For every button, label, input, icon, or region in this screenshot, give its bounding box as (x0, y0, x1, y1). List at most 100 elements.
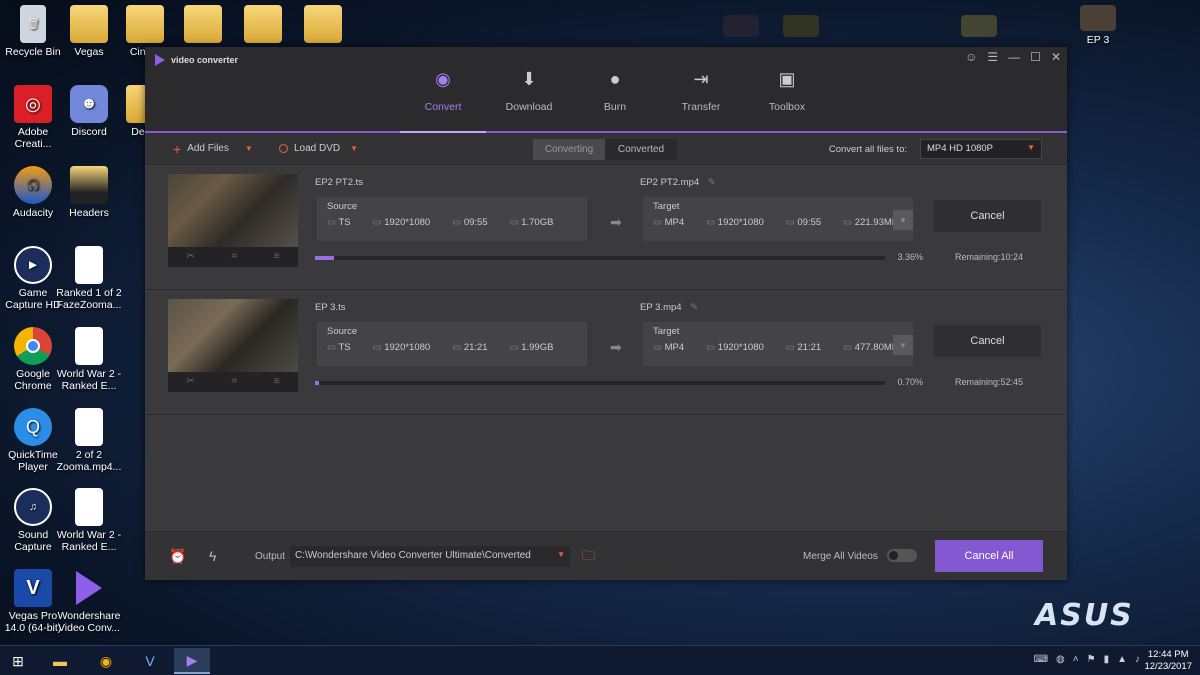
taskbar-chrome[interactable]: ◉ (88, 648, 124, 674)
taskbar-clock[interactable]: 12:44 PM 12/23/2017 (1144, 649, 1192, 673)
folder-icon (304, 5, 342, 43)
source-duration: 21:21 (452, 342, 488, 353)
video-thumbnail[interactable]: ✂ ⌗ ≡ (168, 299, 298, 392)
taskbar: ⊞ ▬ ◉ V ▶ ⌨ ◍ ˄ ⚑ ▮ ▲ ♪ 12:44 PM 12/23/2… (0, 645, 1200, 675)
tab-burn[interactable]: ● Burn (572, 69, 658, 113)
desktop-icon-video[interactable] (708, 15, 774, 40)
window-controls: ☺ ☰ — ☐ ✕ (965, 50, 1061, 64)
desktop-icon-zooma-file[interactable]: 2 of 2 Zooma.mp4... (56, 408, 122, 473)
feedback-icon[interactable]: ☺ (965, 50, 977, 64)
network-icon[interactable]: ▲ (1117, 654, 1127, 665)
desktop-icon-folder[interactable] (170, 5, 236, 46)
add-files-button[interactable]: + Add Files ▼ (173, 142, 253, 156)
title-bar: video converter ☺ ☰ — ☐ ✕ ◉ Convert ⬇ Do… (145, 47, 1067, 133)
video-thumbnail-icon (783, 15, 819, 37)
menu-icon[interactable]: ☰ (987, 50, 998, 64)
progress-bar (315, 381, 885, 385)
desktop-icon-video[interactable] (946, 15, 1012, 40)
target-settings-button[interactable]: ▼ (893, 210, 913, 230)
tab-convert[interactable]: ◉ Convert (400, 69, 486, 113)
chevron-down-icon: ▼ (1027, 143, 1035, 152)
desktop-icon-folder[interactable] (230, 5, 296, 46)
flag-icon[interactable]: ⚑ (1087, 654, 1096, 665)
desktop-icon-ww2-file-2[interactable]: World War 2 - Ranked E... (56, 488, 122, 553)
adobe-cc-icon: ◎ (14, 85, 52, 123)
battery-icon[interactable]: ▮ (1104, 654, 1110, 665)
app-logo-icon (155, 54, 165, 66)
cancel-button[interactable]: Cancel (934, 325, 1041, 357)
taskbar-vegas[interactable]: V (132, 648, 168, 674)
edit-icon[interactable]: ✎ (690, 302, 698, 313)
desktop-icon-ranked-file[interactable]: Ranked 1 of 2 FazeZooma... (56, 246, 122, 311)
effects-icon[interactable]: ≡ (274, 376, 280, 387)
chrome-icon (14, 327, 52, 365)
convert-toolbar: + Add Files ▼ Load DVD ▼ Converting Conv… (145, 133, 1067, 165)
target-format: MP4 (653, 342, 685, 353)
lightning-icon[interactable]: ϟ (209, 548, 216, 564)
tab-download[interactable]: ⬇ Download (486, 69, 572, 113)
chevron-down-icon: ▼ (557, 550, 565, 559)
tab-toolbox[interactable]: ▣ Toolbox (744, 69, 830, 113)
alarm-clock-icon[interactable]: ⏰ (169, 548, 186, 565)
volume-icon[interactable]: ♪ (1135, 654, 1140, 665)
desktop-icon-ww2-file[interactable]: World War 2 - Ranked E... (56, 327, 122, 392)
tab-converted[interactable]: Converted (605, 139, 677, 160)
output-format-select[interactable]: MP4 HD 1080P ▼ (920, 139, 1042, 159)
cancel-all-button[interactable]: Cancel All (935, 540, 1043, 572)
file-icon (75, 408, 103, 446)
merge-toggle[interactable] (887, 549, 917, 562)
source-size: 1.99GB (510, 342, 553, 353)
tray-app-icon[interactable]: ◍ (1056, 654, 1065, 665)
desktop-icon-video[interactable] (768, 15, 834, 40)
target-resolution: 1920*1080 (706, 217, 764, 228)
keyboard-icon[interactable]: ⌨ (1034, 654, 1048, 665)
target-size: 477.80MB (843, 342, 898, 353)
taskbar-file-explorer[interactable]: ▬ (42, 648, 78, 674)
close-button[interactable]: ✕ (1051, 50, 1061, 64)
folder-icon (70, 166, 108, 204)
trim-icon[interactable]: ✂ (186, 251, 194, 262)
desktop-icon-headers[interactable]: Headers (56, 166, 122, 219)
start-button[interactable]: ⊞ (0, 648, 36, 674)
chevron-down-icon[interactable]: ▼ (245, 144, 253, 153)
crop-icon[interactable]: ⌗ (231, 376, 237, 387)
tab-transfer[interactable]: ⇥ Transfer (658, 69, 744, 113)
play-icon: ◉ (435, 69, 451, 89)
load-dvd-button[interactable]: Load DVD ▼ (279, 143, 358, 154)
desktop-icon-folder[interactable] (290, 5, 356, 46)
desktop-icon-ep3[interactable]: EP 3 (1065, 5, 1131, 46)
minimize-button[interactable]: — (1008, 50, 1020, 64)
source-duration: 09:55 (452, 217, 488, 228)
cancel-button[interactable]: Cancel (934, 200, 1041, 232)
edit-icon[interactable]: ✎ (708, 177, 716, 188)
effects-icon[interactable]: ≡ (274, 251, 280, 262)
footer-bar: ⏰ ϟ Output C:\Wondershare Video Converte… (145, 531, 1067, 580)
audacity-icon: 🎧 (14, 166, 52, 204)
source-info: Source TS 1920*1080 09:55 1.70GB (317, 197, 587, 241)
source-resolution: 1920*1080 (373, 342, 430, 353)
trim-icon[interactable]: ✂ (186, 376, 194, 387)
wondershare-icon: ▶ (186, 651, 198, 668)
source-resolution: 1920*1080 (373, 217, 430, 228)
thumbnail-image (168, 299, 298, 372)
video-thumbnail[interactable]: ✂ ⌗ ≡ (168, 174, 298, 267)
chevron-up-icon[interactable]: ˄ (1073, 654, 1079, 665)
tab-converting[interactable]: Converting (533, 139, 605, 160)
main-nav: ◉ Convert ⬇ Download ● Burn ⇥ Transfer ▣… (400, 69, 830, 113)
output-label: Output (255, 551, 286, 562)
status-tabs: Converting Converted (533, 139, 677, 160)
crop-icon[interactable]: ⌗ (231, 251, 237, 262)
wondershare-icon (70, 569, 108, 607)
maximize-button[interactable]: ☐ (1030, 50, 1041, 64)
progress-percent: 0.70% (897, 377, 923, 387)
target-size: 221.93MB (843, 217, 898, 228)
remaining-time: Remaining:10:24 (955, 252, 1024, 262)
arrow-right-icon: ➡ (610, 214, 622, 230)
conversion-item: ✂ ⌗ ≡ EP 3.ts EP 3.mp4 ✎ Source TS 1920*… (145, 290, 1067, 415)
output-path-select[interactable]: C:\Wondershare Video Converter Ultimate\… (290, 546, 570, 567)
open-folder-icon[interactable]: 🗀 (582, 547, 595, 569)
desktop-icon-wondershare[interactable]: Wondershare Video Conv... (56, 569, 122, 634)
chevron-down-icon[interactable]: ▼ (350, 144, 358, 153)
taskbar-wondershare[interactable]: ▶ (174, 648, 210, 674)
target-settings-button[interactable]: ▼ (893, 335, 913, 355)
